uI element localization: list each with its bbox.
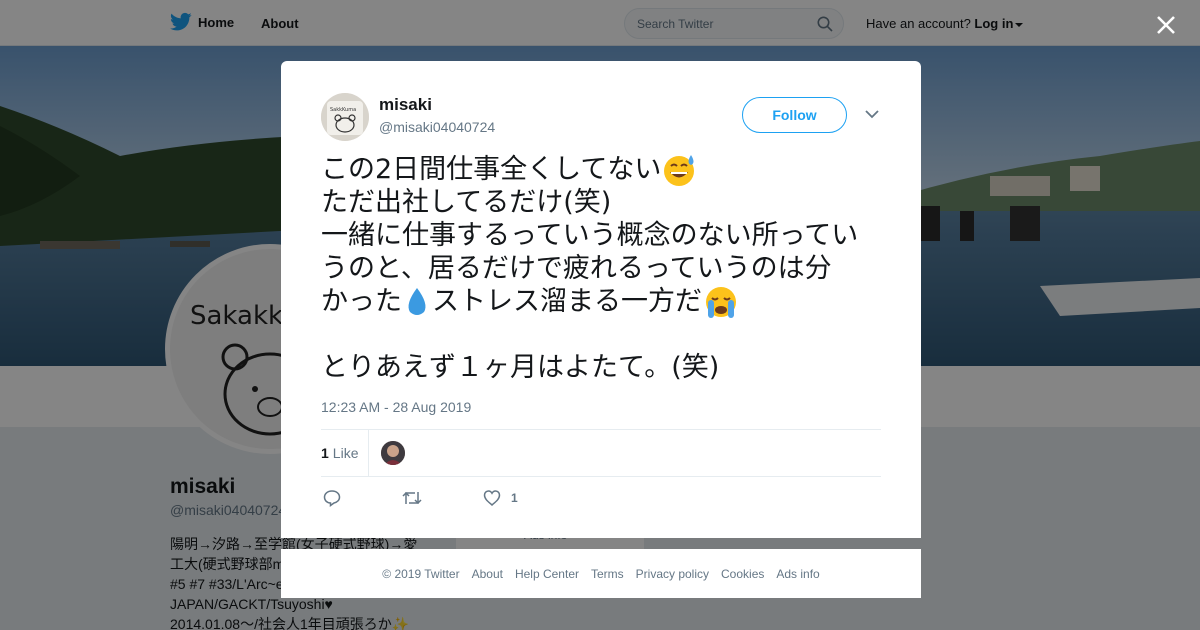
- modal-footer: © 2019 Twitter About Help Center Terms P…: [281, 549, 921, 598]
- heart-icon: [483, 490, 501, 506]
- like-button[interactable]: 1: [483, 489, 518, 507]
- liker-avatar-image: [381, 441, 405, 465]
- tweet-line: ただ出社してるだけ(笑): [321, 186, 886, 219]
- like-count: 1: [321, 445, 329, 461]
- footer-link-privacy[interactable]: Privacy policy: [636, 567, 709, 581]
- retweet-button[interactable]: [402, 489, 422, 507]
- tweet-line: 一緒に仕事するっていう概念のない所ってい: [321, 219, 886, 252]
- tweet-author-avatar[interactable]: SakkKuma: [321, 93, 369, 141]
- svg-text:SakkKuma: SakkKuma: [330, 107, 356, 113]
- tweet-line: この2日間仕事全くしてない: [321, 153, 886, 186]
- tweet-line: うのと、居るだけで疲れるっていうのは分: [321, 252, 886, 285]
- follow-button[interactable]: Follow: [742, 97, 847, 133]
- footer-link-help-center[interactable]: Help Center: [515, 567, 579, 581]
- like-action-count: 1: [511, 491, 518, 505]
- sakakkuma-avatar-image: SakkKuma: [321, 93, 369, 141]
- reply-button[interactable]: [323, 489, 341, 507]
- retweet-icon: [402, 491, 422, 505]
- like-count-stat[interactable]: 1 Like: [321, 445, 358, 461]
- tweet-author-name[interactable]: misaki: [379, 95, 432, 115]
- close-icon[interactable]: [1152, 11, 1180, 39]
- tweet-actions: 1: [321, 489, 721, 513]
- tweet-line-text-after: ストレス溜まる一方だ: [432, 286, 702, 317]
- tweet-line: かった ストレス溜まる一方だ: [321, 285, 886, 318]
- tweet-line-text: とりあえず１ヶ月はよたて。(笑): [321, 352, 720, 383]
- tweet-author-handle[interactable]: @misaki04040724: [379, 119, 495, 135]
- tweet-line-text: 一緒に仕事するっていう概念のない所ってい: [321, 220, 859, 251]
- crying-face-icon: [706, 286, 736, 318]
- tweet-line: とりあえず１ヶ月はよたて。(笑): [321, 351, 886, 384]
- footer-link-cookies[interactable]: Cookies: [721, 567, 764, 581]
- chevron-down-icon[interactable]: [865, 109, 879, 119]
- footer-copyright: © 2019 Twitter: [382, 566, 460, 581]
- tweet-text: この2日間仕事全くしてない ただ出社してるだけ(笑) 一緒に仕事するっていう概念…: [321, 153, 886, 384]
- tweet-timestamp[interactable]: 12:23 AM - 28 Aug 2019: [321, 399, 471, 415]
- divider: [368, 430, 369, 476]
- tweet-line-text: うのと、居るだけで疲れるっていうのは分: [321, 253, 832, 284]
- tweet-modal: SakkKuma misaki @misaki04040724 Follow こ…: [281, 61, 921, 538]
- liker-avatar[interactable]: [381, 441, 405, 465]
- tweet-line-text: かった: [321, 286, 402, 317]
- droplet-icon: [408, 287, 426, 315]
- tweet-stats: 1 Like: [321, 429, 881, 477]
- like-label: Like: [332, 445, 359, 461]
- footer-link-terms[interactable]: Terms: [591, 567, 624, 581]
- footer-link-ads-info[interactable]: Ads info: [776, 567, 819, 581]
- footer-link-about[interactable]: About: [472, 567, 503, 581]
- sweat-smile-icon: [664, 154, 695, 186]
- tweet-line-text: この2日間仕事全くしてない: [321, 154, 662, 185]
- reply-icon: [323, 490, 341, 507]
- tweet-line-text: ただ出社してるだけ(笑): [321, 187, 612, 218]
